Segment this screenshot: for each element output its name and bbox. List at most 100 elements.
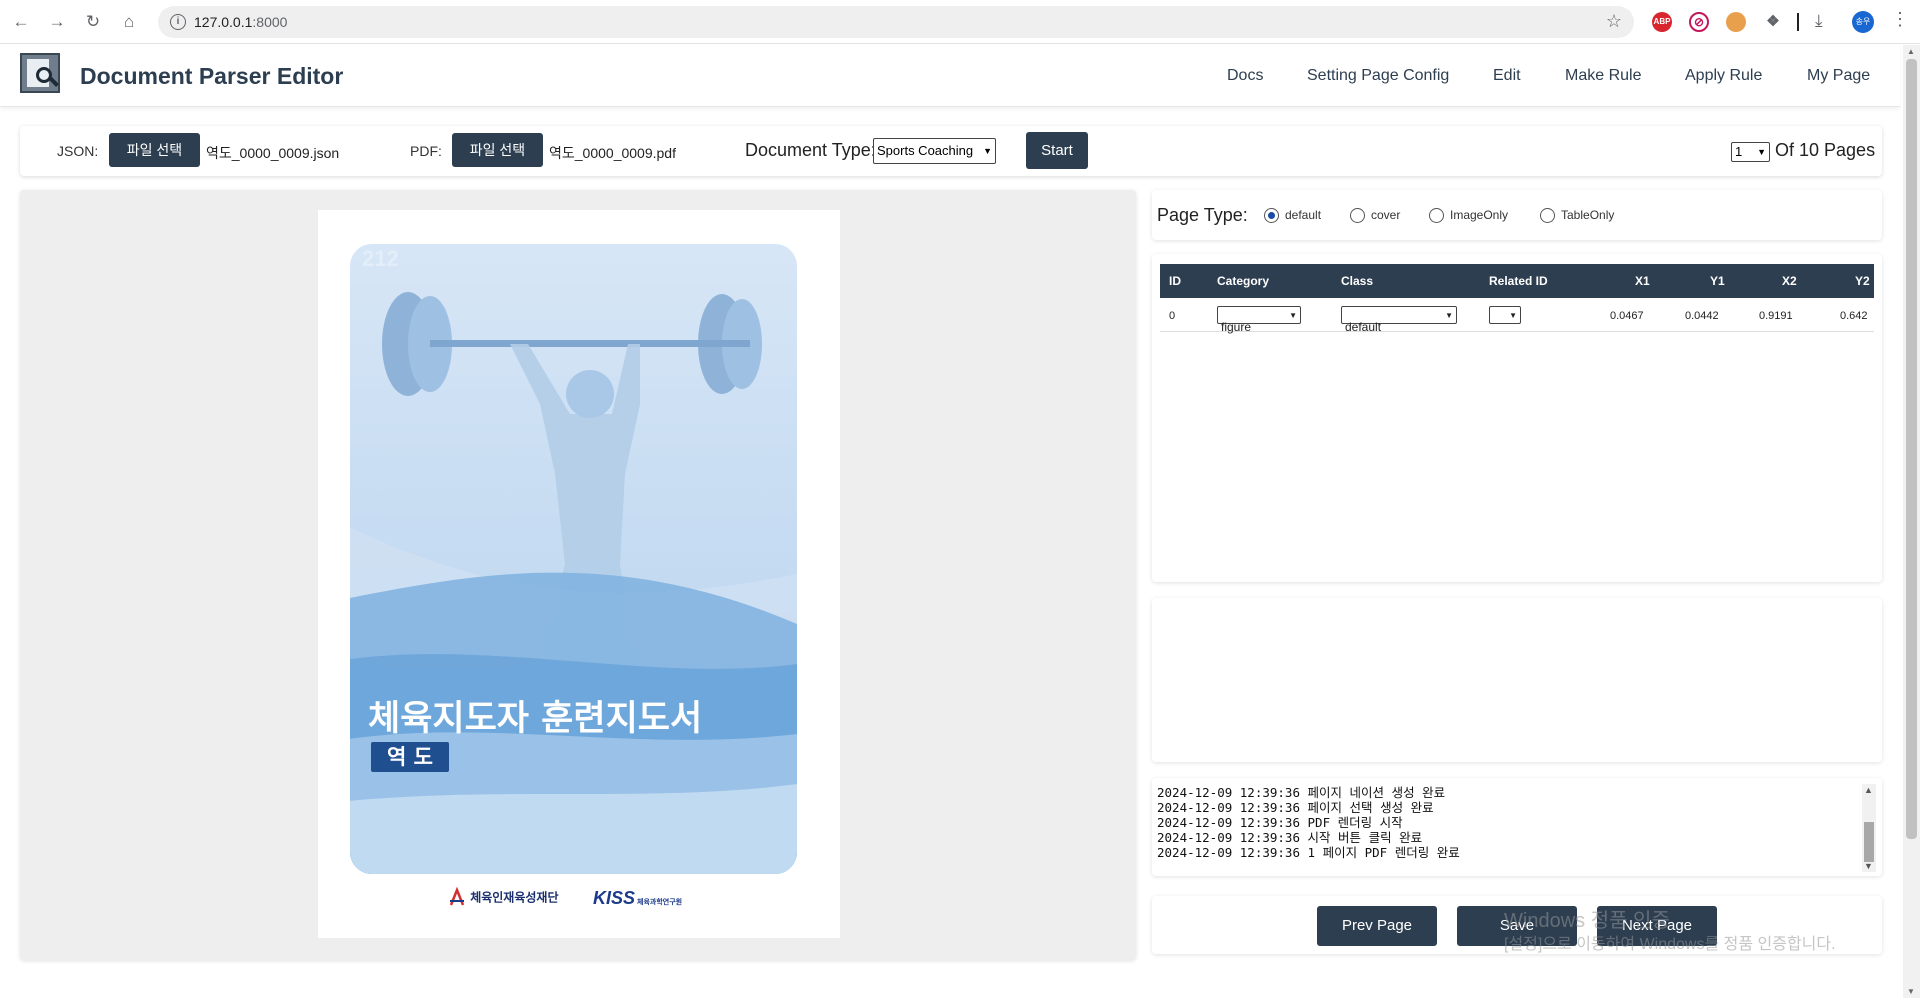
app-header: Document Parser Editor Docs Setting Page… (0, 45, 1900, 107)
abp-icon[interactable]: ABP (1652, 12, 1672, 32)
log-panel[interactable]: 2024-12-09 12:39:36 페이지 네이션 생성 완료 2024-1… (1152, 778, 1882, 876)
col-category: Category (1217, 274, 1270, 288)
nav-docs[interactable]: Docs (1227, 67, 1263, 85)
nav-setting-page-config[interactable]: Setting Page Config (1307, 67, 1449, 85)
radio-cover[interactable] (1350, 208, 1365, 223)
page-scroll-thumb[interactable] (1906, 59, 1917, 839)
back-icon[interactable]: ← (10, 11, 32, 33)
nav-my-page[interactable]: My Page (1807, 67, 1870, 85)
row-id: 0 (1169, 310, 1176, 322)
address-bar[interactable]: i 127.0.0.1:8000 ☆ (158, 6, 1634, 38)
scroll-down-icon[interactable]: ▼ (1864, 861, 1873, 871)
radio-default-label[interactable]: default (1285, 208, 1321, 222)
chevron-down-icon: ▼ (1289, 311, 1297, 320)
log-line: 2024-12-09 12:39:36 1 페이지 PDF 렌더링 완료 (1157, 845, 1460, 860)
browser-toolbar: ← → ↻ ⌂ i 127.0.0.1:8000 ☆ ABP ⊘ ❖ ⤓ 송우 … (0, 0, 1920, 44)
scroll-up-icon[interactable]: ▲ (1864, 785, 1873, 795)
nav-make-rule[interactable]: Make Rule (1565, 67, 1641, 85)
pdf-label: PDF: (410, 143, 442, 159)
info-icon[interactable]: i (170, 14, 186, 30)
forward-icon[interactable]: → (46, 11, 68, 33)
json-file-button[interactable]: 파일 선택 (109, 133, 200, 167)
document-type-value: Sports Coaching (877, 143, 974, 158)
page-select-value: 1 (1735, 144, 1743, 159)
scroll-up-icon[interactable]: ▲ (1907, 47, 1915, 56)
category-select[interactable]: figure ▼ (1217, 306, 1301, 334)
weightlifter-illustration (350, 292, 797, 874)
json-label: JSON: (57, 143, 99, 159)
table-header: ID Category Class Related ID X1 Y1 X2 Y2 (1160, 264, 1874, 298)
radio-imageonly-label[interactable]: ImageOnly (1450, 208, 1508, 222)
org-logo-1-text: 체육인재육성재단 (470, 890, 559, 905)
row-x1: 0.0467 (1610, 310, 1644, 322)
org-logo-2-sub: 체육과학연구원 (637, 899, 683, 906)
save-button[interactable]: Save (1457, 906, 1577, 946)
cover-number: 212 (362, 246, 399, 271)
cover-footer-logos: 체육인재육성재단 KISS 체육과학연구원 (448, 882, 718, 918)
org-logo-2-text: KISS (593, 888, 636, 908)
toolbar-divider (1797, 13, 1799, 31)
prev-page-button[interactable]: Prev Page (1317, 906, 1437, 946)
page-actions: Prev Page Save Next Page (1152, 896, 1882, 954)
row-y1: 0.0442 (1685, 310, 1719, 322)
extension-icon[interactable] (1726, 12, 1746, 32)
table-row[interactable]: 0 figure ▼ default ▼ ▼ 0.0467 0.0442 0.9… (1160, 298, 1874, 334)
page-select[interactable]: 1 ▼ (1731, 142, 1770, 162)
bbox-table-panel: ID Category Class Related ID X1 Y1 X2 Y2… (1152, 254, 1882, 582)
profile-avatar[interactable]: 송우 (1852, 11, 1874, 33)
nav-edit[interactable]: Edit (1493, 67, 1521, 85)
app-logo-icon (20, 53, 60, 93)
document-type-label: Document Type: (745, 140, 876, 160)
row-y2: 0.642 (1840, 310, 1868, 322)
radio-cover-label[interactable]: cover (1371, 208, 1400, 222)
radio-tableonly-label[interactable]: TableOnly (1561, 208, 1614, 222)
chevron-down-icon: ▼ (1445, 311, 1453, 320)
block-icon[interactable]: ⊘ (1689, 12, 1709, 32)
home-icon[interactable]: ⌂ (118, 11, 140, 33)
pdf-file-name: 역도_0000_0009.pdf (549, 145, 676, 161)
cover-subtitle: 역 도 (371, 742, 449, 772)
nav-apply-rule[interactable]: Apply Rule (1685, 67, 1762, 85)
menu-icon[interactable]: ⋮ (1891, 9, 1909, 30)
class-value: default (1345, 320, 1382, 334)
url-text[interactable]: 127.0.0.1:8000 (194, 14, 287, 30)
app-title: Document Parser Editor (80, 63, 344, 89)
org-emblem-icon (449, 887, 465, 906)
page-type-label: Page Type: (1157, 205, 1248, 225)
radio-imageonly[interactable] (1429, 208, 1444, 223)
chevron-down-icon: ▼ (1509, 311, 1517, 320)
col-id: ID (1169, 274, 1181, 288)
chevron-down-icon: ▼ (1757, 147, 1766, 157)
radio-tableonly[interactable] (1540, 208, 1555, 223)
col-related-id: Related ID (1489, 274, 1548, 288)
page-type-panel: Page Type: default cover ImageOnly Table… (1152, 190, 1882, 240)
radio-default[interactable] (1264, 208, 1279, 223)
start-button[interactable]: Start (1026, 132, 1088, 169)
cover-headline: 체육지도자 훈련지도서 (368, 699, 703, 739)
star-icon[interactable]: ☆ (1606, 11, 1622, 32)
next-page-button[interactable]: Next Page (1597, 906, 1717, 946)
org-logo-2: KISS 체육과학연구원 (593, 888, 682, 909)
reload-icon[interactable]: ↻ (82, 11, 104, 33)
log-scroll-thumb[interactable] (1864, 822, 1874, 862)
col-x2: X2 (1782, 274, 1797, 288)
row-x2: 0.9191 (1759, 310, 1793, 322)
pdf-file-button[interactable]: 파일 선택 (452, 133, 543, 167)
log-scrollbar[interactable]: ▲ ▼ (1862, 784, 1876, 872)
chevron-down-icon: ▼ (983, 146, 992, 156)
related-id-select[interactable]: ▼ (1489, 306, 1521, 324)
download-icon[interactable]: ⤓ (1815, 11, 1823, 31)
scroll-down-icon[interactable]: ▼ (1907, 987, 1915, 996)
document-type-select[interactable]: Sports Coaching ▼ (873, 138, 996, 164)
col-class: Class (1341, 274, 1374, 288)
col-y2: Y2 (1855, 274, 1870, 288)
puzzle-icon[interactable]: ❖ (1763, 12, 1783, 32)
class-select[interactable]: default ▼ (1341, 306, 1457, 334)
org-logo-1: 체육인재육성재단 (448, 887, 559, 909)
pdf-page-canvas[interactable]: 212 체육지도자 훈련지도서 역 도 체육인재육성재단 KISS 체육과학연구원 (318, 210, 840, 938)
col-x1: X1 (1635, 274, 1650, 288)
page-scrollbar[interactable]: ▲ ▼ (1903, 45, 1920, 998)
json-file-name: 역도_0000_0009.json (206, 145, 340, 161)
col-y1: Y1 (1710, 274, 1725, 288)
cover-image: 212 (350, 244, 797, 874)
